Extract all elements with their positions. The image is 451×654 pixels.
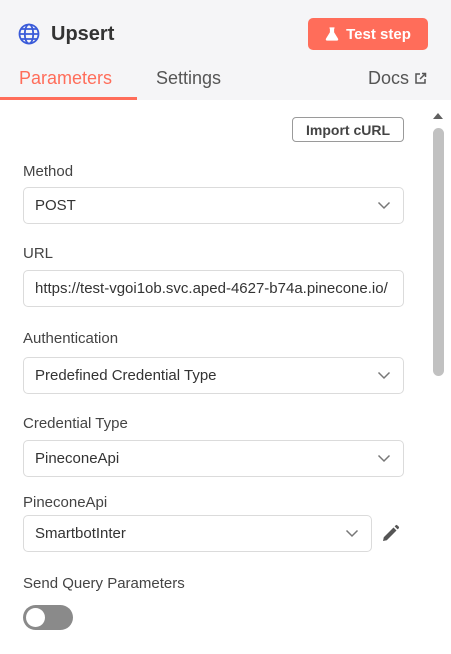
chevron-down-icon — [345, 528, 359, 538]
chevron-down-icon — [377, 200, 391, 210]
flask-icon — [325, 27, 339, 41]
pinecone-api-select[interactable]: SmartbotInter — [23, 515, 372, 552]
test-step-button[interactable]: Test step — [308, 18, 428, 50]
url-input[interactable]: https://test-vgoi1ob.svc.aped-4627-b74a.… — [23, 270, 404, 307]
send-query-parameters-toggle[interactable] — [23, 605, 73, 630]
url-value: https://test-vgoi1ob.svc.aped-4627-b74a.… — [35, 280, 388, 297]
chevron-down-icon — [377, 453, 391, 463]
method-label: Method — [23, 163, 74, 180]
tab-docs[interactable]: Docs — [368, 68, 427, 89]
chevron-down-icon — [377, 370, 391, 380]
globe-icon — [17, 22, 41, 46]
tab-settings[interactable]: Settings — [156, 68, 221, 89]
credential-type-label: Credential Type — [23, 415, 128, 432]
pinecone-api-label: PineconeApi — [23, 494, 108, 511]
url-label: URL — [23, 245, 54, 262]
send-query-parameters-label: Send Query Parameters — [23, 575, 185, 592]
docs-label: Docs — [368, 68, 410, 88]
node-title: Upsert — [51, 22, 115, 45]
credential-type-value: PineconeApi — [35, 450, 120, 467]
scrollbar-thumb[interactable] — [433, 128, 444, 376]
edit-credential-pencil-icon[interactable] — [380, 524, 400, 544]
external-link-icon — [414, 72, 427, 85]
credential-type-select[interactable]: PineconeApi — [23, 440, 404, 477]
method-select[interactable]: POST — [23, 187, 404, 224]
authentication-value: Predefined Credential Type — [35, 367, 217, 384]
pinecone-api-value: SmartbotInter — [35, 525, 126, 542]
tab-parameters[interactable]: Parameters — [19, 68, 112, 89]
test-step-label: Test step — [346, 25, 411, 43]
node-title-row: Upsert — [17, 18, 114, 50]
toggle-knob — [26, 608, 45, 627]
method-value: POST — [35, 197, 76, 214]
authentication-label: Authentication — [23, 330, 119, 347]
import-curl-button[interactable]: Import cURL — [292, 117, 404, 142]
authentication-select[interactable]: Predefined Credential Type — [23, 357, 404, 394]
scroll-up-arrow-icon[interactable] — [432, 108, 444, 119]
